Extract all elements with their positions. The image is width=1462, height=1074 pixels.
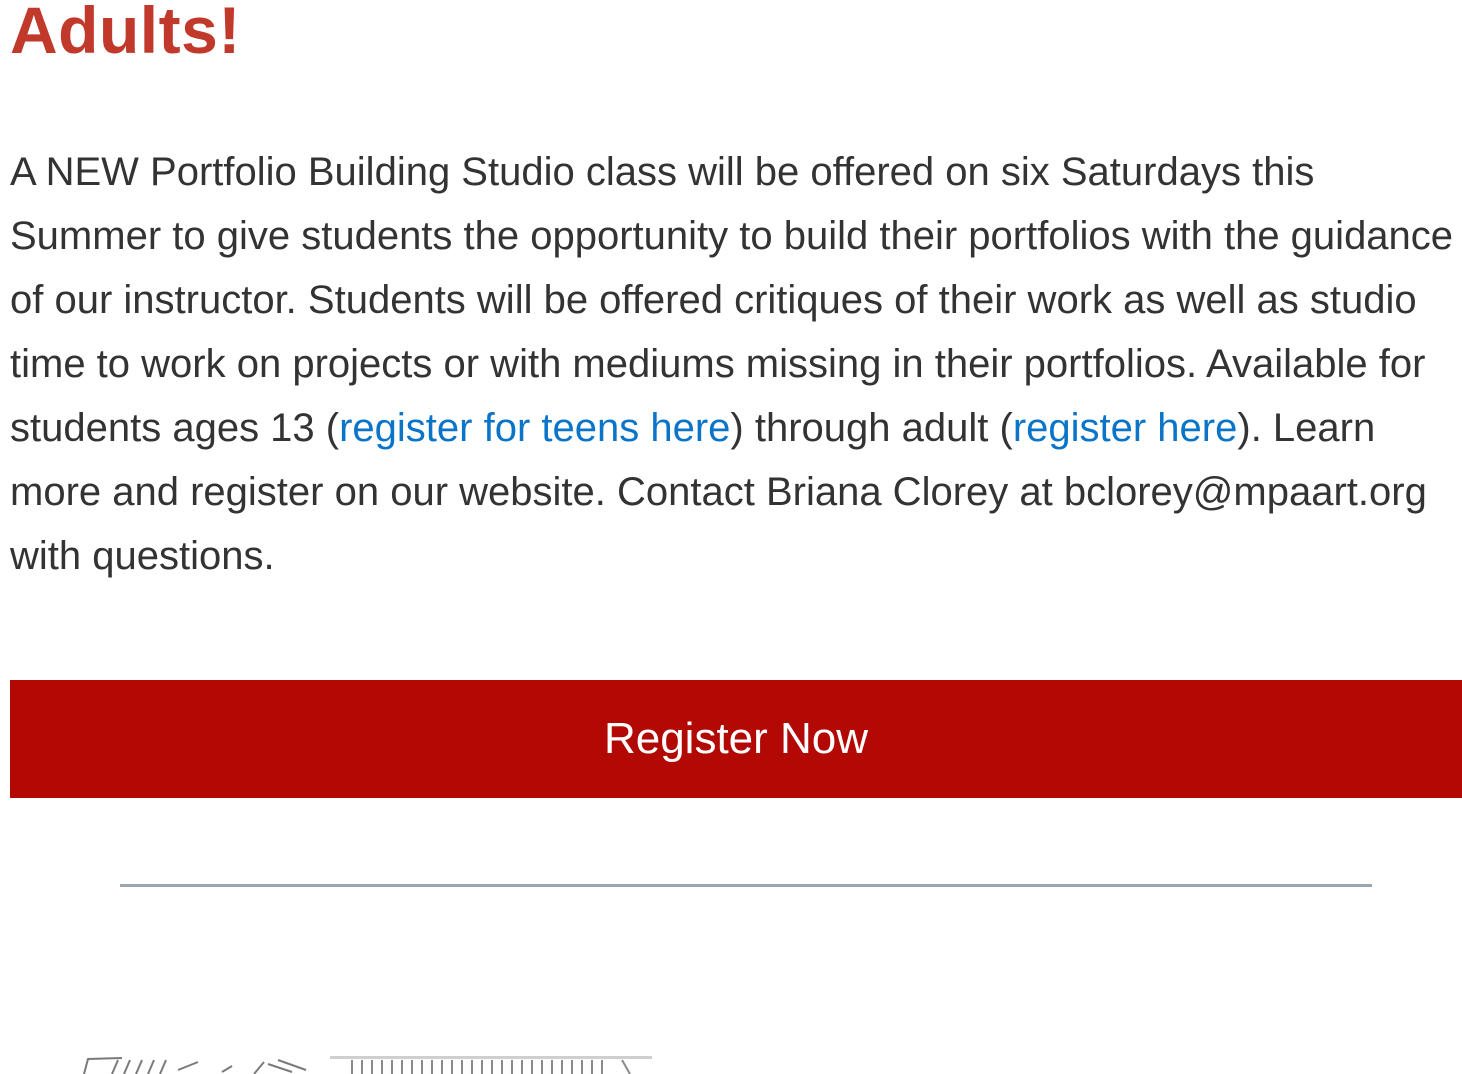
page-heading: Adults! <box>10 0 241 67</box>
artwork-image-graphic <box>82 1056 652 1074</box>
register-teens-link[interactable]: register for teens here <box>339 406 730 450</box>
class-description-paragraph: A NEW Portfolio Building Studio class wi… <box>10 140 1458 588</box>
page: Adults! A NEW Portfolio Building Studio … <box>0 0 1462 1074</box>
description-text-part-2: ) through adult ( <box>730 406 1013 450</box>
register-now-button[interactable]: Register Now <box>10 680 1462 798</box>
register-adult-link[interactable]: register here <box>1013 406 1238 450</box>
artwork-image <box>82 1056 652 1074</box>
description-text-part-1: A NEW Portfolio Building Studio class wi… <box>10 150 1454 450</box>
section-divider <box>120 884 1372 887</box>
